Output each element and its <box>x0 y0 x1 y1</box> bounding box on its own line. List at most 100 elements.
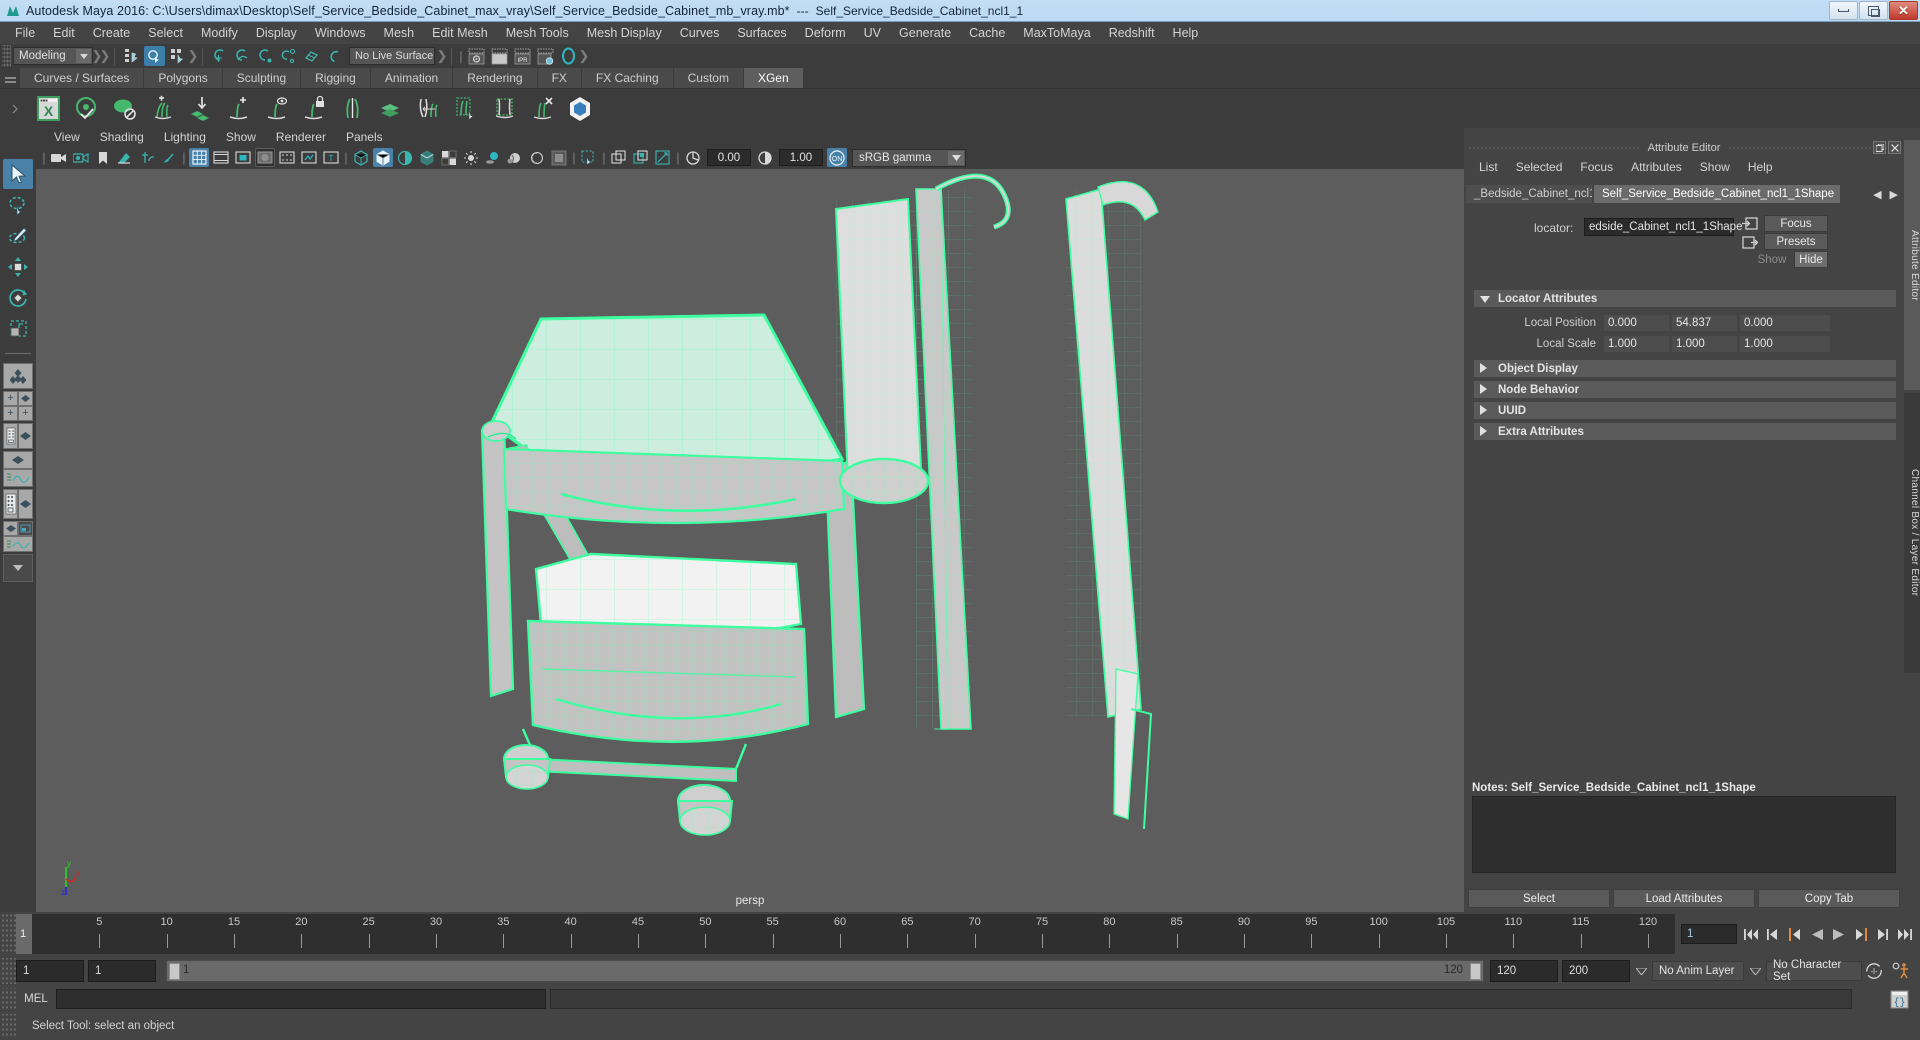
live-surface-field[interactable]: No Live Surface <box>349 47 435 65</box>
xgen-editor-icon[interactable]: X <box>30 92 66 126</box>
wireframe-shading-icon[interactable] <box>351 148 371 167</box>
make-live-icon[interactable] <box>324 46 345 66</box>
presets-button[interactable]: Presets <box>1764 233 1828 250</box>
shelf-tab-fx-caching[interactable]: FX Caching <box>581 68 674 88</box>
local-scale-z-field[interactable]: 1.000 <box>1740 335 1830 352</box>
snap-to-view-plane-icon[interactable] <box>301 46 322 66</box>
menu-create[interactable]: Create <box>84 24 140 42</box>
exposure-value-field[interactable]: 0.00 <box>707 149 751 166</box>
copy-node-icon[interactable] <box>1742 236 1759 252</box>
xray-joints-icon[interactable] <box>631 148 651 167</box>
camera-attributes-icon[interactable] <box>71 148 91 167</box>
smooth-shade-selected-icon[interactable] <box>395 148 415 167</box>
shelf-grip-icon[interactable] <box>0 68 20 88</box>
xgen-preview-icon[interactable] <box>68 92 104 126</box>
ae-menu-help[interactable]: Help <box>1739 160 1782 174</box>
render-settings-icon[interactable] <box>535 46 556 66</box>
select-node-icon[interactable] <box>1742 217 1758 233</box>
select-button[interactable]: Select <box>1468 889 1610 908</box>
menu-edit[interactable]: Edit <box>44 24 84 42</box>
shelf-tab-curves-surfaces[interactable]: Curves / Surfaces <box>20 68 145 88</box>
menu-uv[interactable]: UV <box>855 24 890 42</box>
ipr-render-region-icon[interactable] <box>489 46 510 66</box>
viewport-menu-shading[interactable]: Shading <box>90 130 154 144</box>
select-by-component-type-icon[interactable] <box>167 46 188 66</box>
step-forward-frame-icon[interactable] <box>1851 924 1870 944</box>
menu-windows[interactable]: Windows <box>306 24 375 42</box>
xgen-select-region-icon[interactable] <box>448 92 484 126</box>
local-position-x-field[interactable]: 0.000 <box>1604 314 1669 331</box>
layout-single-persp[interactable] <box>3 363 33 389</box>
layout-persp-graph[interactable] <box>3 451 33 487</box>
select-camera-icon[interactable] <box>49 148 69 167</box>
viewport-menu-renderer[interactable]: Renderer <box>266 130 336 144</box>
menu-modify[interactable]: Modify <box>192 24 247 42</box>
rotate-tool[interactable] <box>3 283 33 313</box>
menu-deform[interactable]: Deform <box>796 24 855 42</box>
film-gate-icon[interactable] <box>159 148 179 167</box>
shaded-wireframe-icon[interactable] <box>439 148 459 167</box>
playback-start-field[interactable]: 1 <box>88 960 156 982</box>
character-set-dropdown-arrow-icon[interactable] <box>1744 960 1766 982</box>
xgen-import-icon[interactable] <box>182 92 218 126</box>
node-tab-prev-button[interactable]: ◀ <box>1873 188 1881 201</box>
xgen-delete-icon[interactable] <box>524 92 560 126</box>
menu-generate[interactable]: Generate <box>890 24 960 42</box>
minimize-button[interactable] <box>1829 1 1858 20</box>
step-back-keyframe-icon[interactable] <box>1763 924 1782 944</box>
ipr-render-icon[interactable]: IPR <box>512 46 533 66</box>
twopoint-resolution-icon[interactable] <box>137 148 157 167</box>
range-slider-grip[interactable] <box>0 958 16 984</box>
ae-menu-focus[interactable]: Focus <box>1571 160 1622 174</box>
ae-menu-list[interactable]: List <box>1470 160 1507 174</box>
image-plane-icon[interactable] <box>115 148 135 167</box>
color-management-select[interactable]: sRGB gamma <box>852 148 966 167</box>
show-button[interactable]: Show <box>1752 251 1792 268</box>
local-position-z-field[interactable]: 0.000 <box>1740 314 1830 331</box>
node-tab-transform[interactable]: _Bedside_Cabinet_ncl1_1 <box>1466 185 1592 203</box>
xgen-lock-icon[interactable] <box>296 92 332 126</box>
shelf-tab-fx[interactable]: FX <box>537 68 582 88</box>
layout-outliner-persp[interactable] <box>3 423 33 449</box>
menu-mesh-display[interactable]: Mesh Display <box>578 24 671 42</box>
command-language-label[interactable]: MEL <box>16 993 56 1005</box>
safe-action-icon[interactable] <box>299 148 319 167</box>
shelf-tab-polygons[interactable]: Polygons <box>144 68 223 88</box>
render-current-frame-icon[interactable] <box>466 46 487 66</box>
shadows-icon[interactable] <box>483 148 503 167</box>
character-set-combo[interactable]: No Character Set <box>1766 959 1862 983</box>
shelf-options-icon[interactable] <box>0 89 30 129</box>
go-to-end-icon[interactable] <box>1895 924 1914 944</box>
scale-tool[interactable] <box>3 314 33 344</box>
shelf-tab-xgen[interactable]: XGen <box>743 68 804 88</box>
statusline-grip[interactable] <box>2 45 11 67</box>
close-button[interactable]: ✕ <box>1889 1 1918 20</box>
close-panel-button[interactable] <box>1888 141 1901 154</box>
xgen-node-icon[interactable] <box>562 92 598 126</box>
xgen-disable-preview-icon[interactable] <box>106 92 142 126</box>
ae-menu-show[interactable]: Show <box>1691 160 1739 174</box>
gate-mask-icon[interactable] <box>255 148 275 167</box>
layout-more[interactable] <box>3 554 33 582</box>
section-object-display[interactable]: Object Display <box>1474 360 1896 377</box>
local-scale-x-field[interactable]: 1.000 <box>1604 335 1669 352</box>
viewport-menu-lighting[interactable]: Lighting <box>154 130 216 144</box>
color-management-toggle-icon[interactable]: ON <box>827 148 847 167</box>
help-line-grip[interactable] <box>0 1014 16 1038</box>
go-to-start-icon[interactable] <box>1741 924 1760 944</box>
xgen-add-groom-icon[interactable] <box>144 92 180 126</box>
current-frame-field[interactable]: 1 <box>1681 924 1737 944</box>
time-slider-playhead[interactable]: 1 <box>16 914 32 954</box>
focus-button[interactable]: Focus <box>1764 215 1828 232</box>
bookmark-icon[interactable] <box>93 148 113 167</box>
range-slider-bar[interactable]: 1 120 <box>166 960 1484 982</box>
layout-hypershade-persp[interactable] <box>3 489 33 519</box>
menu-surfaces[interactable]: Surfaces <box>728 24 795 42</box>
shelf-tab-animation[interactable]: Animation <box>370 68 454 88</box>
menu-file[interactable]: File <box>6 24 44 42</box>
animation-start-field[interactable]: 1 <box>16 960 84 982</box>
section-locator-attributes[interactable]: Locator Attributes <box>1474 290 1896 307</box>
lasso-select-tool[interactable] <box>3 190 33 220</box>
field-chart-icon[interactable] <box>277 148 297 167</box>
time-slider-ruler[interactable]: 1 5 10 15 20 25 30 35 40 45 50 55 60 65 70 75 80 85 90 95 1… <box>16 914 1675 954</box>
